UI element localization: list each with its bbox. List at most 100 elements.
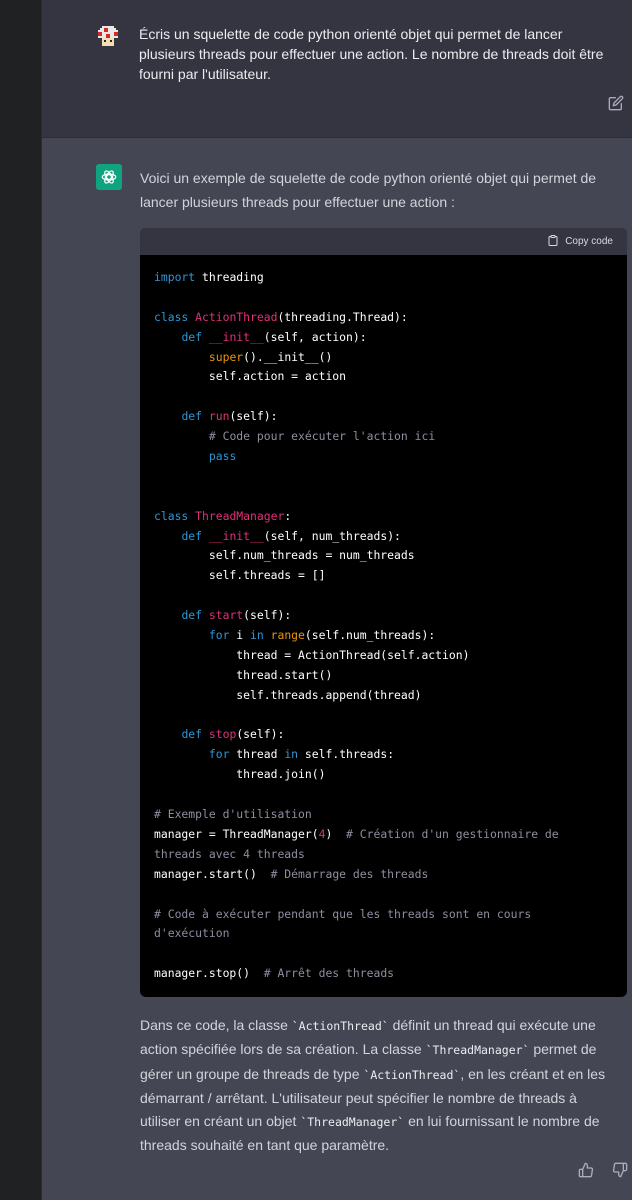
code-token: # Création d'un gestionnaire de <box>346 826 559 841</box>
code-token: (self.num_threads): <box>304 628 436 643</box>
code-line: manager.start() # Démarrage des threads <box>154 865 613 885</box>
code-line: thread = ActionThread(self.action) <box>154 646 613 666</box>
code-token: thread = ActionThread(self.action) <box>154 647 470 662</box>
code-token: def <box>181 409 203 424</box>
inline-code: `ThreadManager` <box>300 1115 405 1130</box>
code-token: class <box>154 309 189 324</box>
code-token: (self, num_threads): <box>263 528 401 543</box>
code-line: self.threads.append(thread) <box>154 686 613 706</box>
code-token: self.threads.append(thread) <box>154 687 422 702</box>
thumbs-down-icon[interactable] <box>612 1162 628 1178</box>
copy-code-button[interactable]: Copy code <box>547 234 613 250</box>
code-token: # Code pour exécuter l'action ici <box>208 429 436 444</box>
code-token: def <box>181 727 203 742</box>
code-line: def __init__(self, action): <box>154 328 613 348</box>
code-token: range <box>270 628 305 643</box>
code-line: manager.stop() # Arrêt des threads <box>154 964 613 984</box>
code-token: import <box>154 270 196 284</box>
code-token: ().__init__() <box>243 349 333 364</box>
code-token: start <box>208 608 244 623</box>
code-line: class ActionThread(threading.Thread): <box>154 308 613 328</box>
code-token: thread <box>229 747 285 762</box>
code-token: # Exemple d'utilisation <box>154 807 312 822</box>
code-token: class <box>154 508 189 523</box>
user-message-text: Écris un squelette de code python orient… <box>139 26 604 82</box>
code-token: manager.start() <box>154 866 271 881</box>
feedback-buttons <box>578 1162 628 1178</box>
thumbs-up-icon[interactable] <box>578 1162 594 1178</box>
code-token: for <box>208 628 230 643</box>
code-token: in <box>250 628 264 643</box>
code-token: thread.start() <box>154 667 333 682</box>
code-token: # Arrêt des threads <box>263 966 395 981</box>
code-line: threads avec 4 threads <box>154 845 613 865</box>
code-token: thread.join() <box>154 767 326 782</box>
mushroom-avatar-icon <box>96 24 120 48</box>
code-token: d'exécution <box>154 926 230 941</box>
code-token: (self, action): <box>263 329 367 344</box>
code-token: __init__ <box>208 329 264 344</box>
code-token: self.threads: <box>298 747 395 762</box>
code-token: def <box>181 608 203 623</box>
code-line: def __init__(self, num_threads): <box>154 527 613 547</box>
code-line: class ThreadManager: <box>154 507 613 527</box>
code-line: thread.start() <box>154 666 613 686</box>
code-token: super <box>208 349 244 364</box>
edit-icon[interactable] <box>608 95 624 111</box>
code-line: # Exemple d'utilisation <box>154 805 613 825</box>
code-line: def stop(self): <box>154 725 613 745</box>
inline-code: `ActionThread` <box>363 1067 461 1082</box>
code-token: self.num_threads = num_threads <box>154 548 415 563</box>
code-token: (self): <box>243 608 292 623</box>
code-token: stop <box>208 727 237 742</box>
code-line: for i in range(self.num_threads): <box>154 626 613 646</box>
code-token: manager.stop() <box>154 966 264 981</box>
code-token: threading <box>195 270 264 284</box>
code-content[interactable]: import threading class ActionThread(thre… <box>140 255 627 984</box>
openai-logo-icon <box>96 164 122 190</box>
code-line: self.action = action <box>154 367 613 387</box>
code-line: super().__init__() <box>154 348 613 368</box>
code-token: run <box>208 409 230 424</box>
code-line: import threading <box>154 268 613 288</box>
code-token: (self): <box>229 409 278 424</box>
code-token: self.action = action <box>154 369 347 384</box>
code-token: ThreadManager <box>195 508 285 523</box>
code-token: # Code à exécuter pendant que les thread… <box>154 906 532 921</box>
code-token: manager = ThreadManager( <box>154 826 319 841</box>
copy-code-label: Copy code <box>565 236 613 247</box>
assistant-outro-text: Dans ce code, la classe `ActionThread` d… <box>140 1014 620 1158</box>
inline-code: `ActionThread` <box>291 1019 389 1033</box>
clipboard-icon <box>547 234 559 250</box>
user-message: Écris un squelette de code python orient… <box>42 0 632 138</box>
code-token: def <box>181 528 203 543</box>
sidebar-strip <box>0 0 42 1200</box>
code-token: : <box>284 508 292 523</box>
code-line: for thread in self.threads: <box>154 745 613 765</box>
code-token: pass <box>208 449 237 464</box>
code-token: self.threads = [] <box>154 568 326 583</box>
code-block-header: Copy code <box>140 228 627 255</box>
code-token: ) <box>325 826 347 841</box>
code-line: self.threads = [] <box>154 566 613 586</box>
code-line: pass <box>154 447 613 467</box>
